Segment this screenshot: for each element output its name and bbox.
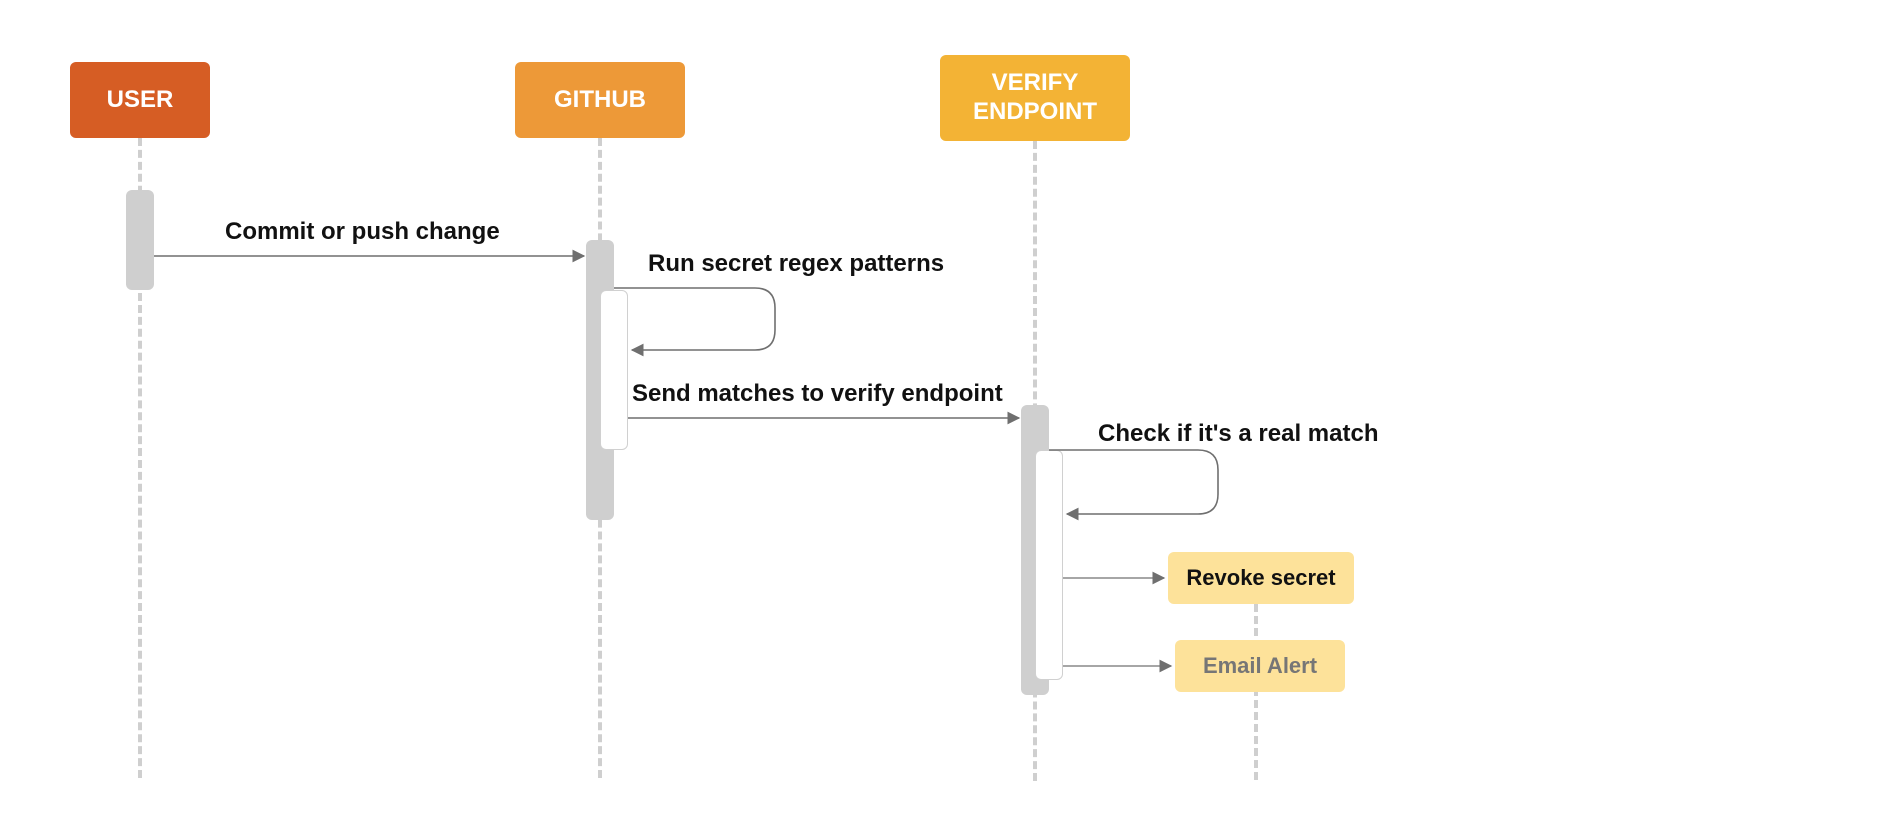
participant-github: GITHUB xyxy=(515,62,685,138)
activation-github-inner xyxy=(600,290,628,450)
msg-check-real: Check if it's a real match xyxy=(1098,420,1379,448)
action-label: Revoke secret xyxy=(1186,565,1335,591)
arrow-check-loop xyxy=(1049,450,1218,514)
arrow-regex-loop xyxy=(614,288,775,350)
msg-commit: Commit or push change xyxy=(225,218,500,246)
action-email: Email Alert xyxy=(1175,640,1345,692)
sequence-diagram: USER GITHUB VERIFY ENDPOINT Commit or pu… xyxy=(0,0,1882,836)
participant-label: VERIFY ENDPOINT xyxy=(958,69,1112,127)
participant-label: USER xyxy=(107,86,174,114)
activation-verify-inner xyxy=(1035,450,1063,680)
participant-verify: VERIFY ENDPOINT xyxy=(940,55,1130,141)
msg-send-matches: Send matches to verify endpoint xyxy=(632,380,1003,408)
participant-label: GITHUB xyxy=(554,86,646,114)
participant-user: USER xyxy=(70,62,210,138)
msg-regex: Run secret regex patterns xyxy=(648,250,944,278)
action-label: Email Alert xyxy=(1203,653,1317,679)
activation-user xyxy=(126,190,154,290)
action-revoke: Revoke secret xyxy=(1168,552,1354,604)
